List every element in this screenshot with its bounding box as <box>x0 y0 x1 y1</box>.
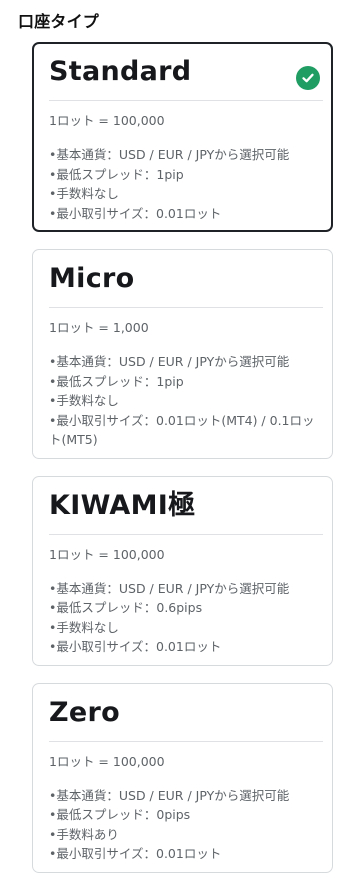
feature-item: •手数料なし <box>49 186 119 201</box>
feature-list: •基本通貨：USD / EUR / JPYから選択可能 •最低スプレッド：1pi… <box>49 145 323 223</box>
lot-size: 1ロット = 100,000 <box>49 753 165 769</box>
lot-size: 1ロット = 100,000 <box>49 113 165 128</box>
feature-item: •手数料なし <box>49 619 119 635</box>
card-title: Micro <box>49 262 323 308</box>
section-title: 口座タイプ <box>18 12 100 31</box>
feature-item: •最低スプレッド：0pips <box>49 807 191 822</box>
account-card-zero[interactable]: Zero 1ロット = 100,000 •基本通貨：USD / EUR / JP… <box>32 682 333 873</box>
feature-item: •基本通貨：USD / EUR / JPYから選択可能 <box>49 147 290 162</box>
feature-item: •最低スプレッド：1pip <box>49 166 184 182</box>
feature-item: •最低スプレッド：1pip <box>49 373 184 389</box>
feature-list: •基本通貨：USD / EUR / JPYから選択可能 •最低スプレッド：0pi… <box>49 786 323 864</box>
feature-item: •手数料なし <box>49 393 119 408</box>
feature-item: •手数料あり <box>49 826 119 842</box>
account-type-list: Standard 1ロット = 100,000 •基本通貨：USD / EUR … <box>32 42 333 890</box>
account-card-standard[interactable]: Standard 1ロット = 100,000 •基本通貨：USD / EUR … <box>32 42 333 232</box>
feature-item: •最低スプレッド：0.6pips <box>49 600 203 615</box>
feature-list: •基本通貨：USD / EUR / JPYから選択可能 •最低スプレッド：0.6… <box>49 579 323 657</box>
card-title: Zero <box>49 696 323 742</box>
account-card-micro[interactable]: Micro 1ロット = 1,000 •基本通貨：USD / EUR / JPY… <box>32 249 333 459</box>
lot-size: 1ロット = 1,000 <box>49 320 149 335</box>
feature-item: •基本通貨：USD / EUR / JPYから選択可能 <box>49 787 290 803</box>
feature-item: •最小取引サイズ：0.01ロット <box>49 205 222 221</box>
feature-item: •最小取引サイズ：0.01ロット <box>49 846 222 861</box>
feature-item: •最小取引サイズ：0.01ロット(MT4) / 0.1ロット(MT5) <box>49 412 315 448</box>
account-card-kiwami[interactable]: KIWAMI極 1ロット = 100,000 •基本通貨：USD / EUR /… <box>32 475 333 666</box>
card-title: KIWAMI極 <box>49 489 323 535</box>
feature-item: •基本通貨：USD / EUR / JPYから選択可能 <box>49 354 290 369</box>
card-title: Standard <box>49 55 323 101</box>
feature-item: •最小取引サイズ：0.01ロット <box>49 639 222 654</box>
feature-list: •基本通貨：USD / EUR / JPYから選択可能 •最低スプレッド：1pi… <box>49 352 323 450</box>
lot-size: 1ロット = 100,000 <box>49 546 165 562</box>
check-circle-icon <box>296 66 320 90</box>
feature-item: •基本通貨：USD / EUR / JPYから選択可能 <box>49 580 290 596</box>
